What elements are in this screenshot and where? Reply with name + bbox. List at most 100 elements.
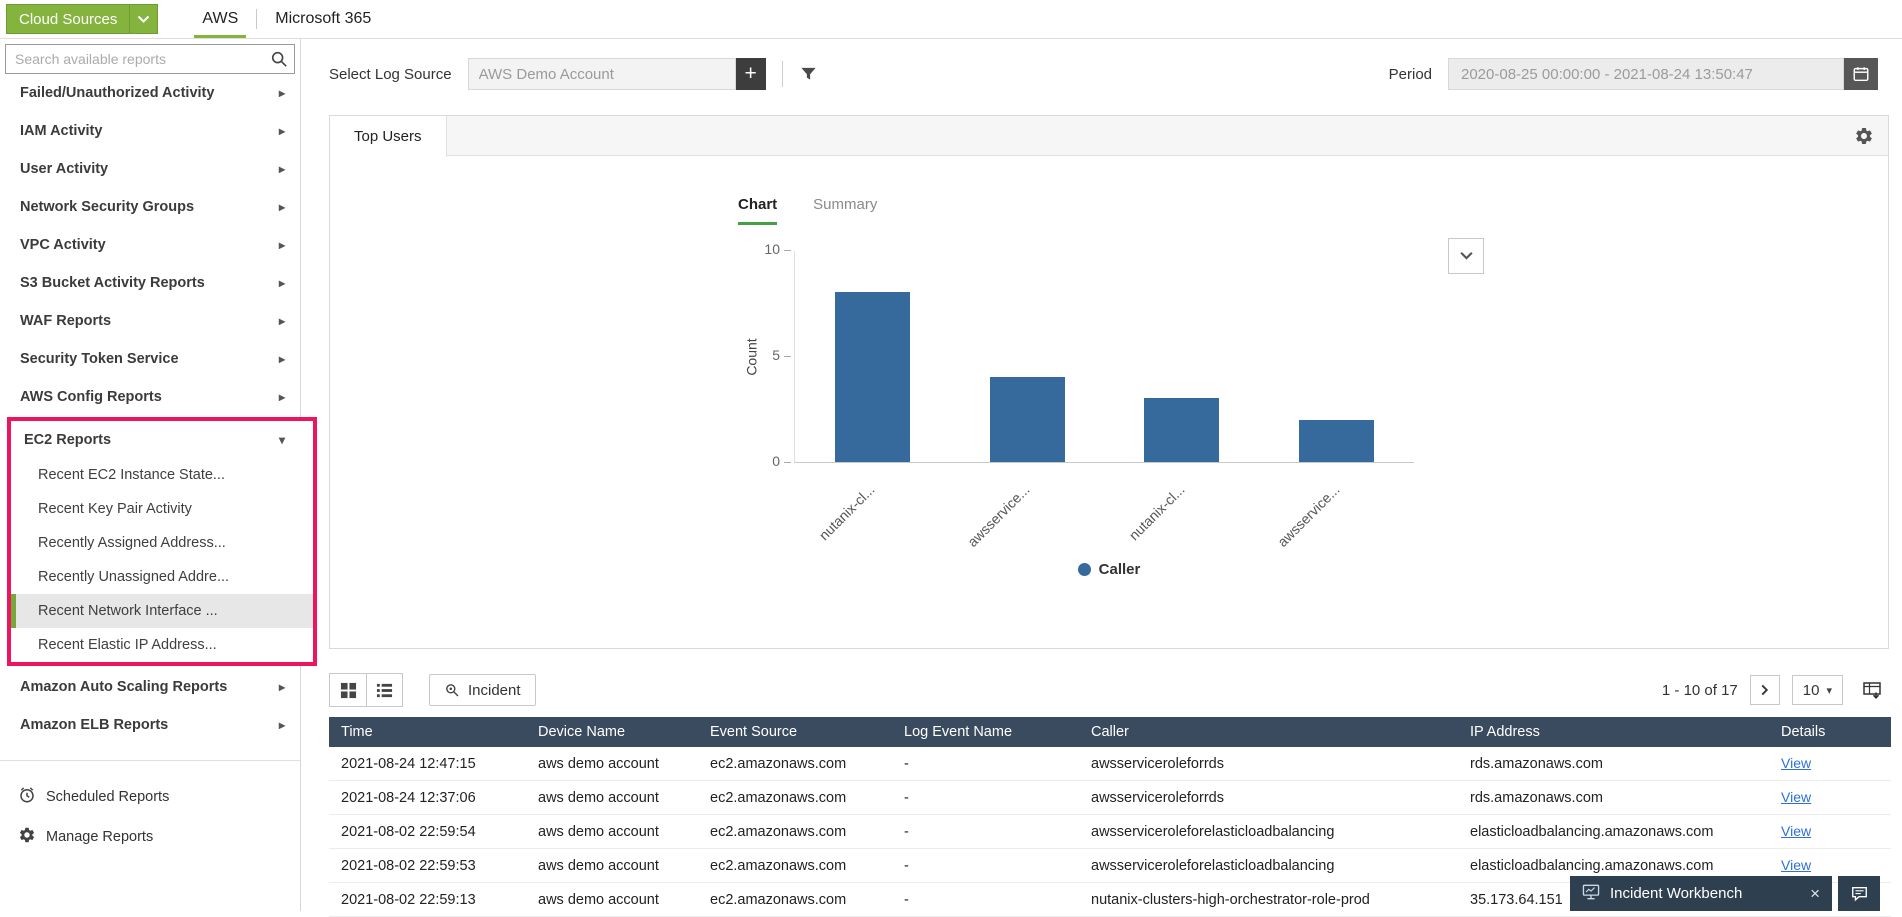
sidebar-item-label: Failed/Unauthorized Activity — [20, 85, 214, 101]
main-content: Select Log Source + Period Top Users Cha… — [302, 39, 1902, 911]
column-header-time: Time — [329, 717, 526, 747]
sidebar-item-iam-activity[interactable]: IAM Activity▸ — [0, 112, 300, 150]
cell-log-event-name: - — [892, 849, 1079, 883]
sidebar-subitem-recent-elastic-ip-address[interactable]: Recent Elastic IP Address... — [11, 628, 313, 662]
sidebar-item-amazon-elb-reports[interactable]: Amazon ELB Reports ▸ — [0, 706, 300, 744]
export-button[interactable] — [1855, 675, 1889, 705]
cell-event-source: ec2.amazonaws.com — [698, 747, 892, 781]
gear-icon — [18, 826, 36, 848]
manage-reports-label: Manage Reports — [46, 829, 153, 845]
filter-icon[interactable] — [799, 65, 818, 84]
cell-log-event-name: - — [892, 815, 1079, 849]
cell-device-name: aws demo account — [526, 849, 698, 883]
bar-3-nutanix-cl[interactable] — [1144, 398, 1219, 462]
chevron-right-icon: ▸ — [279, 718, 285, 732]
sidebar-item-label: WAF Reports — [20, 313, 111, 329]
chevron-down-icon — [129, 5, 157, 33]
sidebar-subitem-recently-assigned-address[interactable]: Recently Assigned Address... — [11, 526, 313, 560]
bars — [795, 251, 1414, 462]
calendar-button[interactable] — [1844, 58, 1878, 90]
y-tick-10: 10 — [764, 241, 791, 257]
chevron-down-icon: ▾ — [279, 433, 285, 447]
panel-header: Top Users — [330, 116, 1888, 156]
log-source-input[interactable] — [468, 58, 736, 90]
tab-top-users[interactable]: Top Users — [330, 116, 447, 157]
list-view-button[interactable] — [366, 674, 402, 706]
view-link[interactable]: View — [1781, 823, 1811, 839]
tab-microsoft-365[interactable]: Microsoft 365 — [257, 0, 389, 38]
bar-2-awsservice[interactable] — [990, 377, 1065, 462]
sidebar-item-network-security-groups[interactable]: Network Security Groups▸ — [0, 188, 300, 226]
report-search — [5, 44, 295, 74]
search-icon[interactable] — [264, 50, 294, 68]
cell-device-name: aws demo account — [526, 747, 698, 781]
chat-button[interactable] — [1838, 876, 1880, 911]
incident-button[interactable]: Incident — [429, 674, 536, 706]
chat-icon — [1850, 885, 1869, 903]
sidebar-item-label: AWS Config Reports — [20, 389, 162, 405]
sidebar-subitem-recent-key-pair-activity[interactable]: Recent Key Pair Activity — [11, 492, 313, 526]
grid-icon — [340, 682, 357, 699]
tab-aws[interactable]: AWS — [184, 0, 256, 38]
column-header-details: Details — [1769, 717, 1891, 747]
tab-summary[interactable]: Summary — [813, 196, 877, 225]
sidebar-item-label: Amazon Auto Scaling Reports — [20, 679, 227, 695]
sidebar-item-label: S3 Bucket Activity Reports — [20, 275, 205, 291]
sidebar-item-manage-reports[interactable]: Manage Reports — [0, 817, 300, 857]
incident-workbench-label: Incident Workbench — [1610, 885, 1742, 902]
close-icon[interactable]: × — [1810, 884, 1820, 904]
table-header-row: TimeDevice NameEvent SourceLog Event Nam… — [329, 717, 1891, 747]
sidebar-item-label: EC2 Reports — [24, 432, 111, 448]
sidebar-item-label: Amazon ELB Reports — [20, 717, 168, 733]
cell-details: View — [1769, 781, 1891, 815]
cell-event-source: ec2.amazonaws.com — [698, 815, 892, 849]
chart-options-dropdown[interactable] — [1448, 238, 1484, 274]
column-header-caller: Caller — [1079, 717, 1458, 747]
search-input[interactable] — [6, 51, 264, 67]
sidebar-item-waf-reports[interactable]: WAF Reports▸ — [0, 302, 300, 340]
pagination: 1 - 10 of 17 10 ▾ — [1662, 675, 1889, 705]
cell-log-event-name: - — [892, 747, 1079, 781]
sidebar-subitem-recent-network-interface[interactable]: Recent Network Interface ... — [11, 594, 313, 628]
incident-workbench-bar[interactable]: Incident Workbench × — [1570, 876, 1832, 911]
y-tick-5: 5 — [772, 347, 791, 363]
sidebar-item-user-activity[interactable]: User Activity▸ — [0, 150, 300, 188]
next-page-button[interactable] — [1750, 675, 1780, 705]
cloud-sources-dropdown[interactable]: Cloud Sources — [6, 4, 158, 34]
table-row: 2021-08-02 22:59:54aws demo accountec2.a… — [329, 815, 1891, 849]
controls-row: Select Log Source + Period — [302, 39, 1902, 90]
sidebar-item-amazon-auto-scaling-reports[interactable]: Amazon Auto Scaling Reports▸ — [0, 668, 300, 706]
view-link[interactable]: View — [1781, 789, 1811, 805]
page-size-dropdown[interactable]: 10 ▾ — [1792, 675, 1843, 705]
sidebar-subitem-recent-ec2-instance-state[interactable]: Recent EC2 Instance State... — [11, 458, 313, 492]
top-bar: Cloud Sources AWS Microsoft 365 — [0, 0, 1902, 39]
sidebar-item-ec2-reports[interactable]: EC2 Reports ▾ — [11, 421, 313, 458]
panel-settings-gear-icon[interactable] — [1854, 126, 1874, 146]
incident-label: Incident — [468, 682, 521, 699]
bar-chart-plot: Count 0510 — [794, 251, 1414, 463]
cell-device-name: aws demo account — [526, 781, 698, 815]
bar-4-awsservice[interactable] — [1299, 420, 1374, 462]
grid-view-button[interactable] — [330, 674, 366, 706]
add-log-source-button[interactable]: + — [736, 58, 766, 90]
sidebar-item-aws-config-reports[interactable]: AWS Config Reports▸ — [0, 378, 300, 416]
view-link[interactable]: View — [1781, 857, 1811, 873]
cell-event-source: ec2.amazonaws.com — [698, 849, 892, 883]
tab-chart[interactable]: Chart — [738, 196, 777, 225]
sidebar-item-scheduled-reports[interactable]: Scheduled Reports — [0, 777, 300, 817]
column-header-device-name: Device Name — [526, 717, 698, 747]
sidebar-item-security-token-service[interactable]: Security Token Service▸ — [0, 340, 300, 378]
sidebar-item-failed-unauthorized-activity[interactable]: Failed/Unauthorized Activity▸ — [0, 74, 300, 112]
chevron-right-icon: ▸ — [279, 124, 285, 138]
cell-caller: nutanix-clusters-high-orchestrator-role-… — [1079, 883, 1458, 917]
sidebar-subitem-recently-unassigned-addre[interactable]: Recently Unassigned Addre... — [11, 560, 313, 594]
view-link[interactable]: View — [1781, 755, 1811, 771]
sidebar-item-s3-bucket-activity-reports[interactable]: S3 Bucket Activity Reports▸ — [0, 264, 300, 302]
cell-ip-address: rds.amazonaws.com — [1458, 747, 1769, 781]
report-category-list: Failed/Unauthorized Activity▸IAM Activit… — [0, 74, 300, 744]
bar-1-nutanix-cl[interactable] — [835, 292, 910, 462]
column-header-log-event-name: Log Event Name — [892, 717, 1079, 747]
sidebar-item-vpc-activity[interactable]: VPC Activity▸ — [0, 226, 300, 264]
period-input[interactable] — [1448, 58, 1844, 90]
calendar-icon — [1852, 65, 1870, 83]
